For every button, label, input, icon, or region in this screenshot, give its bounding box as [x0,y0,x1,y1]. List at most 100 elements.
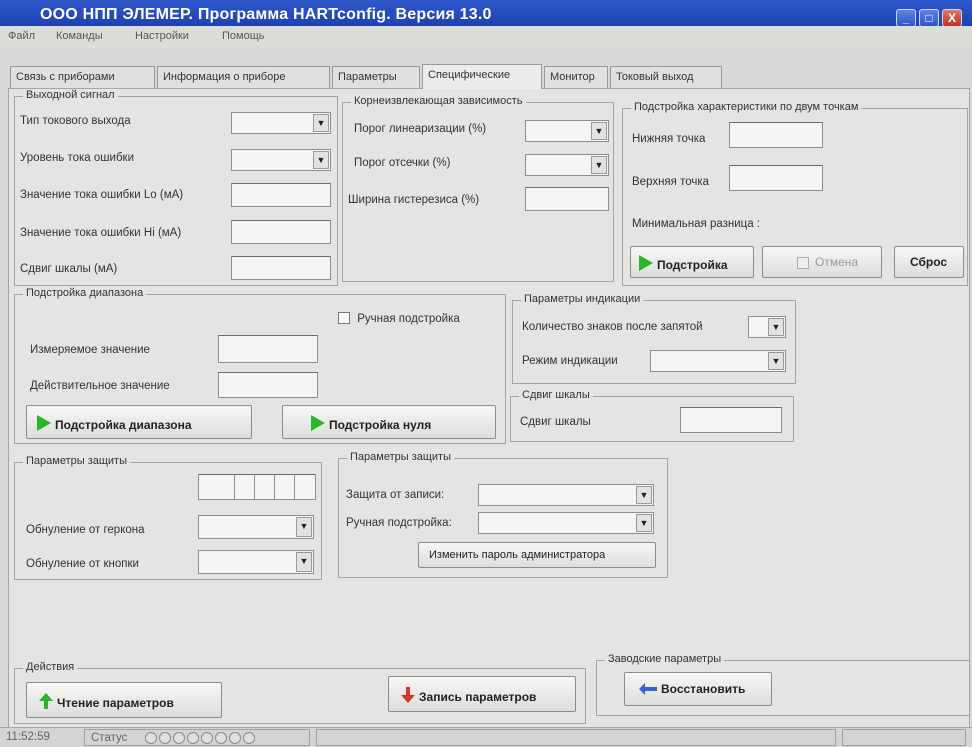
two-point-adjust-label: Подстройка [657,258,728,272]
change-admin-password-button[interactable]: Изменить пароль администратора [418,542,656,568]
tab-monitor[interactable]: Монитор [544,66,608,88]
button-reset-select[interactable]: ▼ [198,550,314,574]
actions-legend: Действия [23,661,78,673]
password-cell[interactable] [198,474,234,500]
tab-connection[interactable]: Связь с приборами [10,66,155,88]
minimize-button[interactable]: _ [896,9,916,27]
display-mode-select[interactable]: ▼ [650,350,786,372]
min-diff-label: Минимальная разница : [632,218,761,230]
play-icon [639,255,653,271]
protection-legend-2: Параметры защиты [347,451,454,463]
arrow-up-icon [39,693,53,709]
range-adjust-label: Подстройка диапазона [55,418,192,432]
error-lo-input[interactable] [231,183,331,207]
decimals-select[interactable]: ▼ [748,316,786,338]
manual-adjust-checkbox-row[interactable]: Ручная подстройка [338,312,460,325]
protection-legend-1: Параметры защиты [23,455,130,467]
error-hi-label: Значение тока ошибки Hi (мА) [20,227,182,239]
measured-value-input[interactable] [218,335,318,363]
maximize-button[interactable]: □ [919,9,939,27]
status-panel: Статус [84,729,310,746]
high-point-label: Верхняя точка [632,176,710,188]
zero-adjust-label: Подстройка нуля [329,418,432,432]
reed-reset-select[interactable]: ▼ [198,515,314,539]
chevron-down-icon: ▼ [768,318,784,336]
current-type-label: Тип токового выхода [20,115,131,127]
hysteresis-label: Ширина гистерезиса (%) [348,194,480,206]
manual-adjust-checkbox[interactable] [338,312,350,324]
password-cell[interactable] [274,474,294,500]
low-point-label: Нижняя точка [632,133,706,145]
arrow-down-icon [401,687,415,703]
status-panel-message [316,729,836,746]
chevron-down-icon: ▼ [296,552,312,572]
decimals-label: Количество знаков после запятой [522,321,703,333]
status-led-icon [201,732,213,744]
error-lo-label: Значение тока ошибки Lo (мА) [20,189,184,201]
scale-shift-ma-input[interactable] [231,256,331,280]
menu-help[interactable]: Помощь [222,30,265,42]
status-panel-extra [842,729,966,746]
status-bar: 11:52:59 Статус [0,727,972,747]
menu-settings[interactable]: Настройки [135,30,189,42]
password-cells[interactable] [198,474,316,500]
error-level-label: Уровень тока ошибки [20,152,134,164]
close-button[interactable]: X [942,9,962,27]
password-cell[interactable] [294,474,316,500]
linear-threshold-select[interactable]: ▼ [525,120,609,142]
chevron-down-icon: ▼ [313,151,329,169]
two-point-cancel-button[interactable]: Отмена [762,246,882,278]
write-protect-select[interactable]: ▼ [478,484,654,506]
cancel-icon [797,257,809,269]
range-legend: Подстройка диапазона [23,287,147,299]
range-adjust-button[interactable]: Подстройка диапазона [26,405,252,439]
cutoff-threshold-select[interactable]: ▼ [525,154,609,176]
chevron-down-icon: ▼ [591,122,607,140]
window-title: ООО НПП ЭЛЕМЕР. Программа HARTconfig. Ве… [40,6,492,23]
actual-value-input[interactable] [218,372,318,398]
scale-shift-legend: Сдвиг шкалы [519,389,593,401]
hysteresis-input[interactable] [525,187,609,211]
status-led-icon [215,732,227,744]
chevron-down-icon: ▼ [636,486,652,504]
two-point-adjust-button[interactable]: Подстройка [630,246,754,278]
display-legend: Параметры индикации [521,293,644,305]
low-point-input[interactable] [729,122,823,148]
chevron-down-icon: ▼ [636,514,652,532]
password-cell[interactable] [234,474,254,500]
error-hi-input[interactable] [231,220,331,244]
manual-adjust-protect-label: Ручная подстройка: [346,517,452,529]
button-reset-label: Обнуление от кнопки [26,558,139,570]
menu-file[interactable]: Файл [8,30,35,42]
two-point-reset-button[interactable]: Сброс [894,246,964,278]
status-time: 11:52:59 [6,731,50,743]
write-params-button[interactable]: Запись параметров [388,676,576,712]
menu-bar: Файл Команды Настройки Помощь [0,26,972,48]
current-type-select[interactable]: ▼ [231,112,331,134]
status-led-icon [173,732,185,744]
output-signal-legend: Выходной сигнал [23,89,118,101]
restore-button[interactable]: Восстановить [624,672,772,706]
manual-adjust-label: Ручная подстройка [357,313,460,325]
two-point-legend: Подстройка характеристики по двум точкам [631,101,862,113]
scale-shift-ma-label: Сдвиг шкалы (мА) [20,263,118,275]
play-icon [37,415,51,431]
tab-parameters[interactable]: Параметры [332,66,420,88]
write-protect-label: Защита от записи: [346,489,445,501]
zero-adjust-button[interactable]: Подстройка нуля [282,405,496,439]
error-level-select[interactable]: ▼ [231,149,331,171]
high-point-input[interactable] [729,165,823,191]
tab-current-output[interactable]: Токовый выход [610,66,722,88]
read-params-button[interactable]: Чтение параметров [26,682,222,718]
manual-adjust-protect-select[interactable]: ▼ [478,512,654,534]
password-cell[interactable] [254,474,274,500]
tab-specific[interactable]: Специфические [422,64,542,89]
tab-device-info[interactable]: Информация о приборе [157,66,330,88]
scale-shift-input[interactable] [680,407,782,433]
status-led-icon [159,732,171,744]
restore-label: Восстановить [661,682,746,696]
play-icon [311,415,325,431]
menu-commands[interactable]: Команды [56,30,103,42]
arrow-swap-icon [639,683,657,695]
two-point-cancel-label: Отмена [815,255,859,269]
